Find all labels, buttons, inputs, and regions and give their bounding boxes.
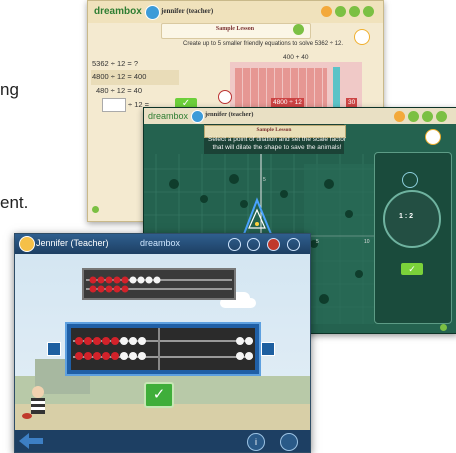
user-name: jennifer (teacher) <box>205 111 254 118</box>
area-label: 30 <box>346 98 358 107</box>
info-icon[interactable] <box>440 324 447 331</box>
left-arrow-button[interactable] <box>47 342 61 356</box>
avatar <box>191 110 204 123</box>
info-icon[interactable] <box>92 206 99 213</box>
help-button[interactable] <box>321 6 332 17</box>
check-button[interactable]: ✓ <box>144 382 174 408</box>
axis-tick-label: 5 <box>316 239 319 245</box>
sound-button[interactable] <box>408 111 419 122</box>
lightbulb-icon[interactable] <box>354 29 370 45</box>
info-button[interactable]: i <box>247 433 265 451</box>
user-name: Jennifer (Teacher) <box>36 238 109 248</box>
close-button[interactable] <box>436 111 447 122</box>
lesson-title: Sample Lesson <box>256 127 292 133</box>
instruction-line: Select a point of dilation and set the s… <box>207 136 347 143</box>
target-beads <box>89 276 161 293</box>
target-abacus <box>82 268 236 300</box>
bottom-bar <box>15 430 310 452</box>
pause-button[interactable] <box>349 6 360 17</box>
lesson-title: Sample Lesson <box>215 26 255 32</box>
check-button[interactable]: ✓ <box>401 263 423 275</box>
character-illustration <box>22 386 45 419</box>
background-text-fragment: ent. <box>0 193 29 212</box>
back-arrow-icon[interactable] <box>19 433 43 449</box>
avatar <box>145 5 160 20</box>
screenshot-abacus-lesson: Jennifer (Teacher) dreambox ✓ i <box>14 233 311 453</box>
right-arrow-button[interactable] <box>261 342 275 356</box>
prompt-text: Create up to 5 smaller friendly equation… <box>183 41 344 47</box>
abacus-frame <box>65 322 261 376</box>
help-button[interactable] <box>394 111 405 122</box>
axis-tick-label: 10 <box>364 239 370 245</box>
dreambox-logo: dreambox <box>94 6 142 17</box>
dreambox-logo: dreambox <box>148 111 189 121</box>
sound-button[interactable] <box>335 6 346 17</box>
instruction-text: Select a point of dilation and set the s… <box>207 136 347 152</box>
avatar <box>19 236 35 252</box>
abacus-beads[interactable] <box>74 331 254 367</box>
axis-tick-label: 5 <box>263 177 266 183</box>
dreambox-logo: dreambox <box>140 238 181 248</box>
equation-line: 4800 ÷ 12 = 400 <box>92 72 147 81</box>
pause-button[interactable] <box>422 111 433 122</box>
lightbulb-icon[interactable] <box>425 129 441 145</box>
sound-button[interactable] <box>247 238 260 251</box>
scale-factor-value: 1 : 2 <box>399 213 414 220</box>
area-model-strip <box>333 67 340 111</box>
close-button[interactable] <box>363 6 374 17</box>
user-name: jennifer (teacher) <box>161 7 214 15</box>
equation-line: 5362 ÷ 12 = ? <box>92 59 139 68</box>
play-icon[interactable] <box>293 24 304 35</box>
area-label: 4800 ÷ 12 <box>271 98 304 107</box>
record-button[interactable] <box>267 238 280 251</box>
scale-factor-button[interactable] <box>402 172 418 188</box>
timer-icon <box>218 90 232 104</box>
answer-input[interactable] <box>102 98 126 112</box>
instruction-line: that will dilate the shape to save the a… <box>212 144 342 151</box>
equation-line: 480 ÷ 12 = 40 <box>96 86 143 95</box>
settings-icon[interactable] <box>280 433 298 451</box>
close-button[interactable] <box>287 238 300 251</box>
grid-label: 400 + 40 <box>283 54 309 61</box>
pause-button[interactable] <box>228 238 241 251</box>
background-text-fragment: ng <box>0 80 19 99</box>
